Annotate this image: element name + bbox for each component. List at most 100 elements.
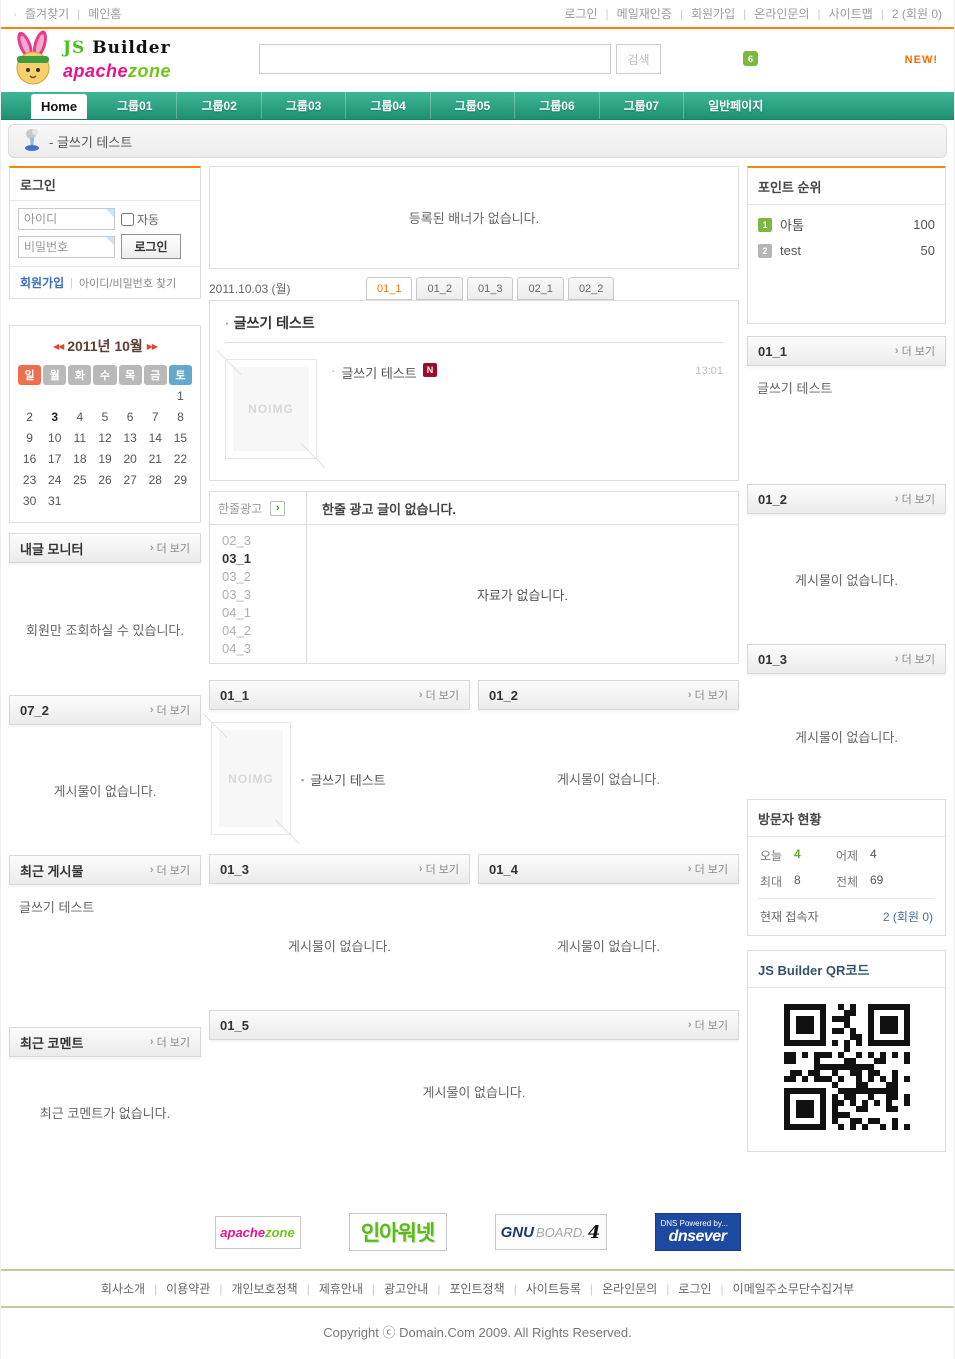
board-menu-item[interactable]: 03_2: [222, 569, 251, 584]
calendar-day[interactable]: 2: [18, 407, 41, 427]
calendar-day[interactable]: 24: [43, 470, 66, 490]
calendar-day[interactable]: 14: [144, 428, 167, 448]
footer-logo-inournet[interactable]: 인아워넷: [349, 1213, 447, 1251]
nav-tab-home[interactable]: Home: [31, 94, 87, 119]
login-submit-button[interactable]: 로그인: [121, 234, 181, 259]
board-tab-02-2[interactable]: 02_2: [568, 277, 614, 300]
calendar-day[interactable]: 21: [144, 449, 167, 469]
calendar-day[interactable]: 6: [119, 407, 142, 427]
search-input[interactable]: [259, 44, 611, 74]
rank-member-name[interactable]: 아톰: [780, 215, 804, 234]
footer-link-company[interactable]: 회사소개: [101, 1280, 145, 1297]
nav-tab-group01[interactable]: 그룹01: [93, 91, 176, 119]
more-link[interactable]: › 더 보기: [150, 540, 190, 556]
footer-link-inquiry[interactable]: 온라인문의: [602, 1280, 657, 1297]
post-thumbnail[interactable]: NOIMG: [211, 722, 291, 835]
topbar-link-mainhome[interactable]: 메인홈: [88, 5, 121, 22]
nav-tab-group04[interactable]: 그룹04: [345, 91, 429, 119]
nav-tab-group05[interactable]: 그룹05: [430, 91, 514, 119]
oneline-ad-write-button[interactable]: ›: [270, 501, 285, 516]
more-link[interactable]: › 더 보기: [419, 687, 459, 703]
more-link[interactable]: › 더 보기: [150, 1034, 190, 1050]
footer-link-partnership[interactable]: 제휴안내: [319, 1280, 363, 1297]
footer-link-privacy[interactable]: 개인보호정책: [231, 1280, 297, 1297]
board-menu-item[interactable]: 04_3: [222, 641, 251, 656]
post-thumbnail[interactable]: NOIMG: [225, 359, 317, 459]
calendar-day[interactable]: 1: [169, 386, 192, 406]
footer-link-site-register[interactable]: 사이트등록: [526, 1280, 581, 1297]
calendar-day[interactable]: 12: [93, 428, 116, 448]
calendar-prev-button[interactable]: ◀◀: [53, 342, 63, 351]
more-link[interactable]: › 더 보기: [895, 651, 935, 667]
calendar-day[interactable]: 19: [93, 449, 116, 469]
calendar-day[interactable]: 22: [169, 449, 192, 469]
calendar-day-today[interactable]: 3: [43, 407, 66, 427]
more-link[interactable]: › 더 보기: [150, 702, 190, 718]
nav-tab-general[interactable]: 일반페이지: [683, 91, 787, 119]
footer-link-terms[interactable]: 이용약관: [166, 1280, 210, 1297]
more-link[interactable]: › 더 보기: [150, 862, 190, 878]
board-menu-item-active[interactable]: 03_1: [222, 551, 251, 566]
footer-link-point-policy[interactable]: 포인트정책: [449, 1280, 504, 1297]
nav-tab-group07[interactable]: 그룹07: [599, 91, 683, 119]
post-title-link[interactable]: 글쓰기 테스트: [747, 366, 946, 409]
board-menu-item[interactable]: 02_3: [222, 533, 251, 548]
board-tab-01-1[interactable]: 01_1: [366, 277, 412, 300]
recent-post-link[interactable]: 글쓰기 테스트: [9, 885, 201, 928]
nav-tab-group02[interactable]: 그룹02: [176, 91, 260, 119]
calendar-day[interactable]: 17: [43, 449, 66, 469]
calendar-day[interactable]: 31: [43, 491, 66, 511]
more-link[interactable]: › 더 보기: [419, 861, 459, 877]
footer-link-no-email-collect[interactable]: 이메일주소무단수집거부: [733, 1280, 854, 1297]
login-id-input[interactable]: [18, 208, 115, 230]
calendar-day[interactable]: 20: [119, 449, 142, 469]
topbar-link-login[interactable]: 로그인: [564, 5, 597, 22]
topbar-link-sitemap[interactable]: 사이트맵: [829, 5, 873, 22]
board-tab-01-2[interactable]: 01_2: [416, 277, 462, 300]
footer-logo-apachezone[interactable]: apachezone: [215, 1216, 301, 1249]
topbar-link-bookmark[interactable]: 즐겨찾기: [25, 5, 69, 22]
calendar-day[interactable]: 5: [93, 407, 116, 427]
more-link[interactable]: › 더 보기: [895, 343, 935, 359]
auto-login-checkbox[interactable]: [121, 213, 134, 226]
calendar-day[interactable]: 16: [18, 449, 41, 469]
more-link[interactable]: › 더 보기: [688, 687, 728, 703]
calendar-day[interactable]: 4: [68, 407, 91, 427]
site-logo[interactable]: JS Builder apachezone: [7, 30, 171, 91]
nav-tab-group03[interactable]: 그룹03: [261, 91, 345, 119]
calendar-day[interactable]: 29: [169, 470, 192, 490]
find-id-pw-link[interactable]: 아이디/비밀번호 찾기: [79, 275, 176, 291]
calendar-day[interactable]: 13: [119, 428, 142, 448]
more-link[interactable]: › 더 보기: [688, 1017, 728, 1033]
join-link[interactable]: 회원가입: [20, 274, 64, 291]
login-pw-input[interactable]: [18, 236, 115, 258]
board-menu-item[interactable]: 04_2: [222, 623, 251, 638]
calendar-day[interactable]: 23: [18, 470, 41, 490]
more-link[interactable]: › 더 보기: [688, 861, 728, 877]
calendar-day[interactable]: 25: [68, 470, 91, 490]
post-title-link[interactable]: 글쓰기 테스트: [310, 770, 385, 789]
search-button[interactable]: 검색: [616, 44, 661, 74]
calendar-day[interactable]: 9: [18, 428, 41, 448]
footer-logo-dnsever[interactable]: DNS Powered by... dnsever: [655, 1213, 741, 1251]
rank-member-name[interactable]: test: [780, 243, 801, 258]
calendar-day[interactable]: 30: [18, 491, 41, 511]
calendar-day[interactable]: 18: [68, 449, 91, 469]
board-menu-item[interactable]: 03_3: [222, 587, 251, 602]
nav-tab-group06[interactable]: 그룹06: [514, 91, 598, 119]
calendar-day[interactable]: 11: [68, 428, 91, 448]
calendar-next-button[interactable]: ▶▶: [147, 342, 157, 351]
topbar-link-inquiry[interactable]: 온라인문의: [754, 5, 809, 22]
topbar-link-join[interactable]: 회원가입: [691, 5, 735, 22]
footer-logo-gnuboard[interactable]: GNU BOARD. 4: [495, 1214, 607, 1250]
calendar-day[interactable]: 7: [144, 407, 167, 427]
more-link[interactable]: › 더 보기: [895, 491, 935, 507]
calendar-day[interactable]: 8: [169, 407, 192, 427]
post-title-link[interactable]: 글쓰기 테스트: [341, 363, 416, 382]
board-tab-01-3[interactable]: 01_3: [467, 277, 513, 300]
footer-link-login[interactable]: 로그인: [678, 1280, 711, 1297]
board-tab-02-1[interactable]: 02_1: [517, 277, 563, 300]
board-menu-item[interactable]: 04_1: [222, 605, 251, 620]
calendar-day[interactable]: 15: [169, 428, 192, 448]
calendar-day[interactable]: 27: [119, 470, 142, 490]
